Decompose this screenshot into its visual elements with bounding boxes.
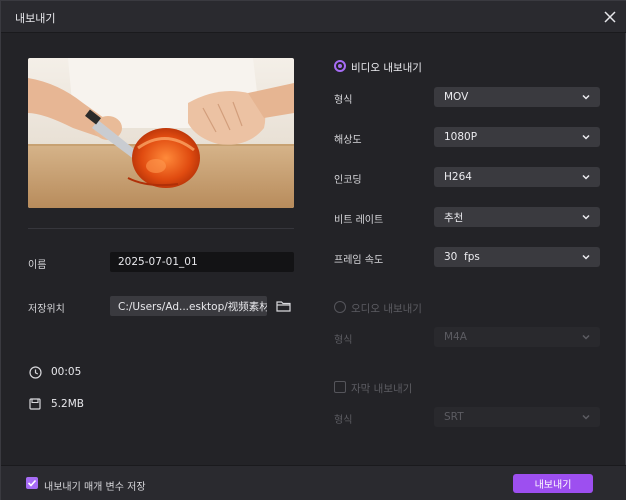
title-bar: 내보내기: [1, 1, 626, 33]
subtitle-format-value: SRT: [444, 411, 464, 423]
folder-icon: [275, 301, 291, 312]
video-format-value: MOV: [444, 91, 469, 103]
dialog-title: 내보내기: [15, 12, 56, 25]
save-path-label: 저장위치: [28, 304, 65, 315]
encoding-label: 인코딩: [334, 175, 362, 186]
frame-rate-label: 프레임 속도: [334, 255, 384, 266]
file-size-text: 5.2MB: [51, 398, 84, 410]
video-thumbnail: [28, 58, 294, 208]
chevron-down-icon: [582, 94, 590, 100]
audio-export-title: 오디오 내보내기: [351, 303, 422, 315]
frame-rate-select[interactable]: 30 fps: [434, 247, 600, 267]
close-button[interactable]: [599, 6, 621, 28]
audio-format-select[interactable]: M4A: [434, 327, 600, 347]
left-divider: [28, 228, 294, 229]
video-format-label: 형식: [334, 95, 353, 106]
save-path-value: C:/Users/Ad...esktop/视频素材: [118, 300, 267, 313]
video-export-radio[interactable]: [334, 60, 346, 72]
name-value: 2025-07-01_01: [118, 256, 198, 268]
save-params-label: 내보내기 매개 변수 저장: [44, 482, 146, 493]
bitrate-value: 추천: [444, 211, 464, 224]
chevron-down-icon: [582, 214, 590, 220]
resolution-value: 1080P: [444, 131, 478, 143]
save-params-checkbox[interactable]: [26, 477, 38, 489]
audio-export-radio[interactable]: [334, 301, 346, 313]
chevron-down-icon: [582, 334, 590, 340]
subtitle-format-label: 형식: [334, 415, 353, 426]
file-size-icon: [28, 397, 42, 411]
chevron-down-icon: [582, 254, 590, 260]
chevron-down-icon: [582, 414, 590, 420]
subtitle-export-checkbox[interactable]: [334, 381, 346, 393]
save-path-field[interactable]: C:/Users/Ad...esktop/视频素材: [110, 296, 267, 316]
clock-icon: [28, 365, 42, 379]
duration-text: 00:05: [51, 366, 82, 378]
video-export-title: 비디오 내보내기: [351, 62, 422, 74]
frame-rate-value: 30 fps: [444, 251, 480, 263]
export-dialog: 내보내기 이름 2025-07-01_01 저장위치 C:/Users/Ad..…: [0, 0, 626, 500]
video-format-select[interactable]: MOV: [434, 87, 600, 107]
encoding-value: H264: [444, 171, 472, 183]
chevron-down-icon: [582, 134, 590, 140]
bitrate-label: 비트 레이트: [334, 215, 384, 226]
browse-folder-button[interactable]: [274, 297, 292, 315]
name-label: 이름: [28, 260, 47, 271]
export-button[interactable]: 내보내기: [513, 474, 593, 493]
encoding-select[interactable]: H264: [434, 167, 600, 187]
chevron-down-icon: [582, 174, 590, 180]
bitrate-select[interactable]: 추천: [434, 207, 600, 227]
audio-format-label: 형식: [334, 335, 353, 346]
close-icon: [604, 11, 616, 23]
name-input[interactable]: 2025-07-01_01: [110, 252, 294, 272]
resolution-select[interactable]: 1080P: [434, 127, 600, 147]
audio-format-value: M4A: [444, 331, 467, 343]
checkmark-icon: [27, 479, 37, 487]
subtitle-export-title: 자막 내보내기: [351, 383, 413, 395]
resolution-label: 해상도: [334, 135, 362, 146]
subtitle-format-select[interactable]: SRT: [434, 407, 600, 427]
